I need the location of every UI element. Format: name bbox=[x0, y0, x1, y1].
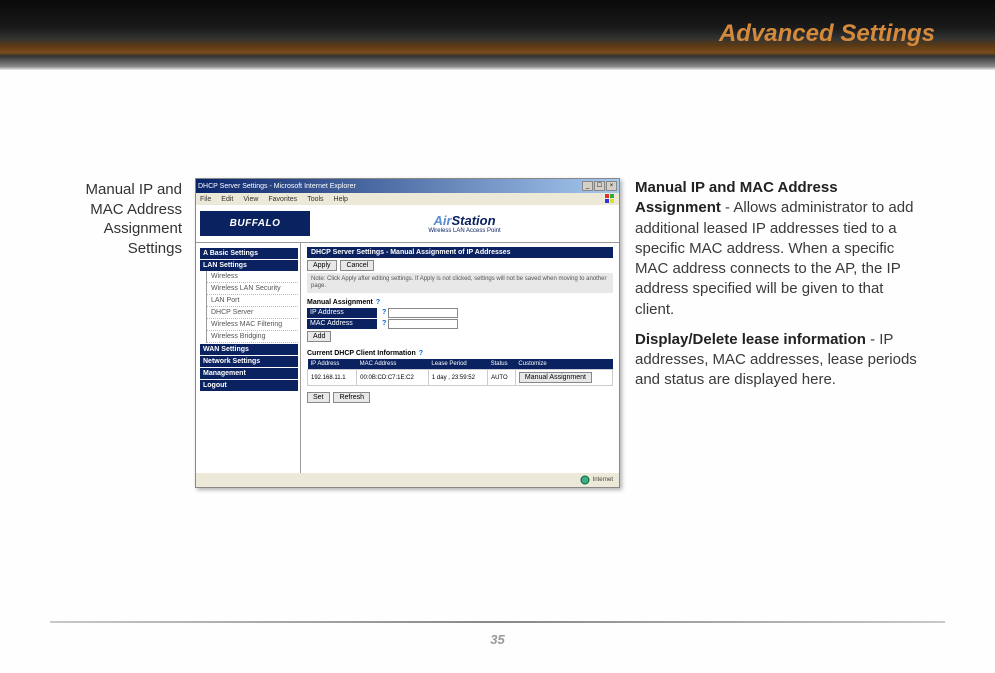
figure-caption: Manual IP and MAC Address Assignment Set… bbox=[62, 180, 182, 258]
menu-help[interactable]: Help bbox=[334, 196, 348, 203]
manual-assignment-heading: Manual Assignment bbox=[307, 299, 373, 306]
help-icon[interactable]: ? bbox=[419, 350, 423, 357]
nav-wlan-security[interactable]: Wireless LAN Security bbox=[207, 283, 298, 295]
menu-bar: File Edit View Favorites Tools Help bbox=[196, 193, 619, 205]
desc-text-1: - Allows administrator to add additional… bbox=[635, 199, 913, 317]
sidebar-nav: A Basic Settings LAN Settings Wireless W… bbox=[196, 243, 301, 473]
help-icon[interactable]: ? bbox=[376, 299, 380, 306]
apply-button[interactable]: Apply bbox=[307, 260, 337, 271]
desc-bold-2: Display/Delete lease information bbox=[635, 331, 866, 348]
globe-icon bbox=[580, 475, 590, 485]
cell-lease: 1 day , 23:59:52 bbox=[428, 370, 487, 386]
menu-tools[interactable]: Tools bbox=[307, 196, 323, 203]
maximize-button[interactable]: ☐ bbox=[594, 181, 605, 191]
help-icon[interactable]: ? bbox=[382, 309, 386, 316]
table-row: 192.168.11.1 00:0B:CD:C7:1E:C2 1 day , 2… bbox=[308, 370, 613, 386]
menu-view[interactable]: View bbox=[243, 196, 258, 203]
col-ip: IP Address bbox=[308, 359, 357, 370]
brand-bar: BUFFALO AirStation Wireless LAN Access P… bbox=[196, 205, 619, 243]
nav-lan-sub: Wireless Wireless LAN Security LAN Port … bbox=[206, 271, 298, 343]
close-button[interactable]: × bbox=[606, 181, 617, 191]
screenshot-window: DHCP Server Settings - Microsoft Interne… bbox=[195, 178, 620, 488]
note-text: Note: Click Apply after editing settings… bbox=[307, 273, 613, 293]
section-title: DHCP Server Settings - Manual Assignment… bbox=[307, 247, 613, 258]
nav-wireless[interactable]: Wireless bbox=[207, 271, 298, 283]
status-text: Internet bbox=[593, 477, 613, 483]
nav-logout[interactable]: Logout bbox=[200, 380, 298, 391]
nav-network[interactable]: Network Settings bbox=[200, 356, 298, 367]
col-customize: Customize bbox=[515, 359, 612, 370]
main-panel: DHCP Server Settings - Manual Assignment… bbox=[301, 243, 619, 473]
col-lease: Lease Period bbox=[428, 359, 487, 370]
header-bar: Advanced Settings bbox=[0, 0, 995, 70]
menu-edit[interactable]: Edit bbox=[221, 196, 233, 203]
description-text: Manual IP and MAC Address Assignment - A… bbox=[635, 178, 925, 401]
product-subtitle: Wireless LAN Access Point bbox=[310, 228, 619, 234]
page-number: 35 bbox=[0, 632, 995, 647]
ip-input[interactable] bbox=[388, 308, 458, 318]
ip-label: IP Address bbox=[307, 308, 377, 318]
client-info-heading: Current DHCP Client Information bbox=[307, 350, 416, 357]
cell-mac: 00:0B:CD:C7:1E:C2 bbox=[357, 370, 429, 386]
footer-rule bbox=[50, 621, 945, 623]
add-button[interactable]: Add bbox=[307, 331, 331, 342]
menu-file[interactable]: File bbox=[200, 196, 211, 203]
status-bar: Internet bbox=[196, 473, 619, 487]
manual-assignment-button[interactable]: Manual Assignment bbox=[519, 372, 592, 383]
nav-dhcp-server[interactable]: DHCP Server bbox=[207, 307, 298, 319]
cell-ip: 192.168.11.1 bbox=[308, 370, 357, 386]
nav-wan[interactable]: WAN Settings bbox=[200, 344, 298, 355]
buffalo-logo: BUFFALO bbox=[200, 211, 310, 236]
product-logo: AirStation Wireless LAN Access Point bbox=[310, 213, 619, 234]
window-titlebar: DHCP Server Settings - Microsoft Interne… bbox=[196, 179, 619, 193]
window-title: DHCP Server Settings - Microsoft Interne… bbox=[198, 183, 356, 190]
window-buttons: _ ☐ × bbox=[582, 181, 617, 191]
nav-management[interactable]: Management bbox=[200, 368, 298, 379]
minimize-button[interactable]: _ bbox=[582, 181, 593, 191]
cell-status: AUTO bbox=[488, 370, 516, 386]
set-button[interactable]: Set bbox=[307, 392, 330, 403]
client-table: IP Address MAC Address Lease Period Stat… bbox=[307, 359, 613, 386]
help-icon[interactable]: ? bbox=[382, 320, 386, 327]
nav-wireless-bridging[interactable]: Wireless Bridging bbox=[207, 331, 298, 343]
nav-mac-filtering[interactable]: Wireless MAC Filtering bbox=[207, 319, 298, 331]
nav-lan-port[interactable]: LAN Port bbox=[207, 295, 298, 307]
menu-favorites[interactable]: Favorites bbox=[268, 196, 297, 203]
nav-basic[interactable]: A Basic Settings bbox=[200, 248, 298, 259]
cancel-button[interactable]: Cancel bbox=[340, 260, 374, 271]
mac-input[interactable] bbox=[388, 319, 458, 329]
refresh-button[interactable]: Refresh bbox=[333, 392, 370, 403]
windows-flag-icon bbox=[605, 194, 615, 204]
col-status: Status bbox=[488, 359, 516, 370]
nav-lan[interactable]: LAN Settings bbox=[200, 260, 298, 271]
page-title: Advanced Settings bbox=[719, 20, 935, 48]
col-mac: MAC Address bbox=[357, 359, 429, 370]
mac-label: MAC Address bbox=[307, 319, 377, 329]
